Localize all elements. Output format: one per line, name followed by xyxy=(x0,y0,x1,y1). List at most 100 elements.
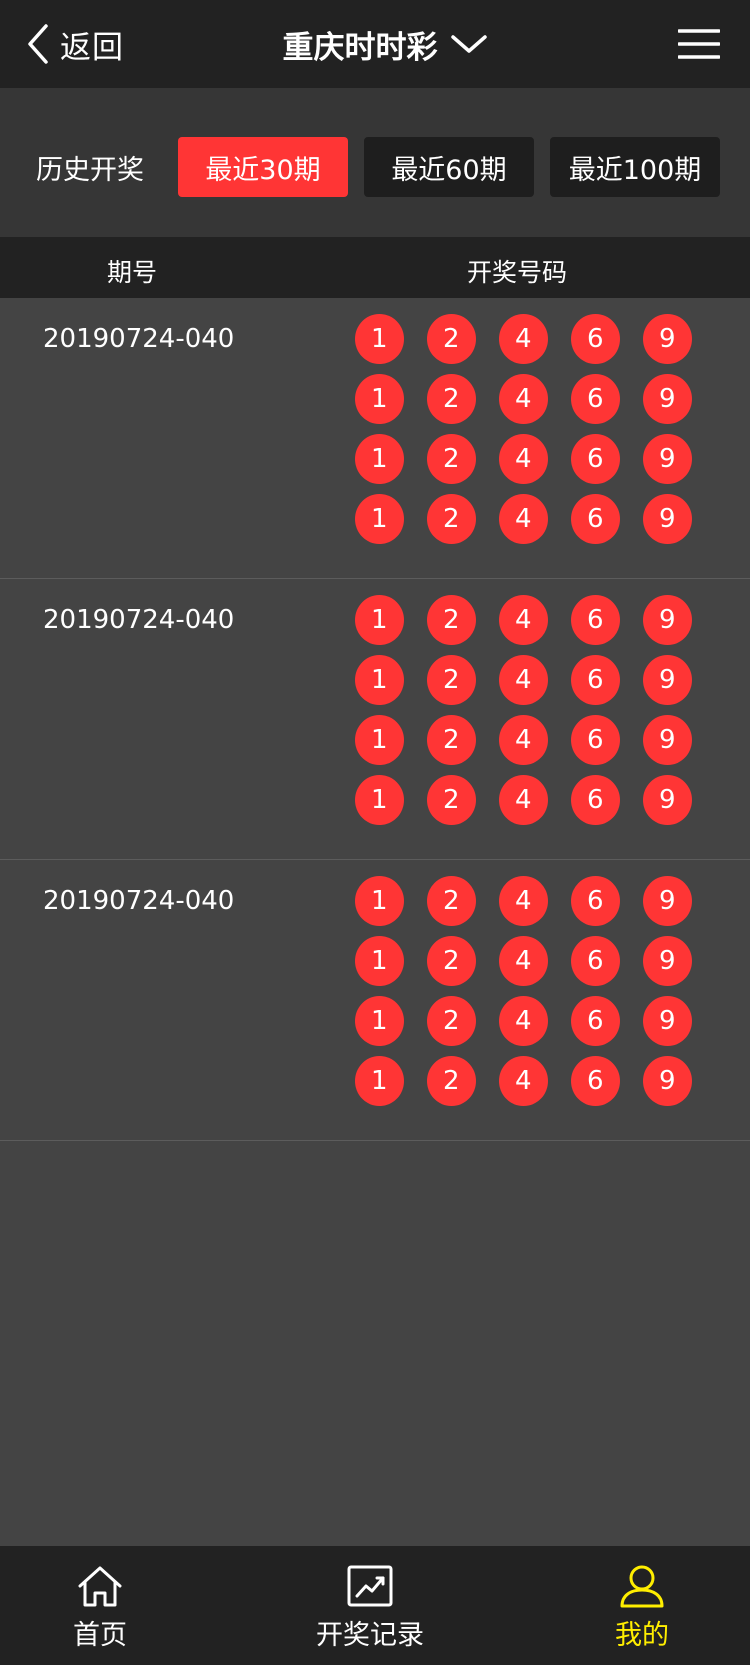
user-icon xyxy=(620,1565,664,1608)
number-ball: 4 xyxy=(499,374,548,424)
number-row: 12469 xyxy=(355,936,715,996)
number-row: 12469 xyxy=(355,1056,715,1116)
number-row: 12469 xyxy=(355,775,715,835)
number-ball: 9 xyxy=(643,494,692,544)
number-ball: 4 xyxy=(499,996,548,1046)
number-ball: 1 xyxy=(355,775,404,825)
period-number: 20190724-040 xyxy=(43,324,235,354)
number-ball: 1 xyxy=(355,314,404,364)
number-ball: 9 xyxy=(643,374,692,424)
number-ball: 2 xyxy=(427,314,476,364)
number-row: 12469 xyxy=(355,314,715,374)
period-number: 20190724-040 xyxy=(43,605,235,635)
history-filter-bar: 历史开奖 最近30期 最近60期 最近100期 xyxy=(0,88,750,237)
number-ball: 4 xyxy=(499,595,548,645)
number-ball: 9 xyxy=(643,996,692,1046)
number-ball: 6 xyxy=(571,1056,620,1106)
number-ball: 1 xyxy=(355,996,404,1046)
number-ball: 1 xyxy=(355,494,404,544)
number-row: 12469 xyxy=(355,996,715,1056)
number-ball: 2 xyxy=(427,996,476,1046)
number-ball: 2 xyxy=(427,876,476,926)
number-ball: 4 xyxy=(499,655,548,705)
number-row: 12469 xyxy=(355,715,715,775)
number-ball: 6 xyxy=(571,655,620,705)
chart-icon xyxy=(347,1565,393,1607)
number-ball: 4 xyxy=(499,494,548,544)
chevron-down-icon xyxy=(450,35,487,53)
tab-home[interactable]: 首页 xyxy=(52,1564,148,1652)
table-header: 期号 开奖号码 xyxy=(0,237,750,298)
number-ball: 2 xyxy=(427,434,476,484)
number-ball: 2 xyxy=(427,374,476,424)
number-ball: 4 xyxy=(499,434,548,484)
column-header-numbers: 开奖号码 xyxy=(467,258,568,287)
home-icon xyxy=(78,1566,122,1607)
column-header-period: 期号 xyxy=(107,258,158,287)
number-ball: 6 xyxy=(571,715,620,765)
number-ball: 9 xyxy=(643,876,692,926)
number-ball: 9 xyxy=(643,655,692,705)
number-ball: 1 xyxy=(355,595,404,645)
number-ball: 4 xyxy=(499,1056,548,1106)
tab-home-label: 首页 xyxy=(73,1620,127,1651)
record-row: 20190724-040 1 2 4 6 9 1 2 4 6 9 1 2 4 6 9 1 2 4 6 9 xyxy=(0,579,750,860)
number-ball: 2 xyxy=(427,775,476,825)
number-ball: 9 xyxy=(643,595,692,645)
number-ball: 6 xyxy=(571,996,620,1046)
number-ball: 6 xyxy=(571,936,620,986)
number-row: 12469 xyxy=(355,655,715,715)
winning-numbers: 12469124691246912469 xyxy=(355,595,715,835)
record-row: 20190724-040 1 2 4 6 9 1 2 4 6 9 1 2 4 6 9 1 2 4 6 9 xyxy=(0,298,750,579)
number-ball: 2 xyxy=(427,1056,476,1106)
number-ball: 6 xyxy=(571,374,620,424)
page-title: 重庆时时彩 xyxy=(282,29,438,66)
number-ball: 1 xyxy=(355,1056,404,1106)
number-row: 12469 xyxy=(355,374,715,434)
number-ball: 9 xyxy=(643,314,692,364)
number-row: 12469 xyxy=(355,434,715,494)
number-ball: 2 xyxy=(427,655,476,705)
lottery-selector[interactable]: 重庆时时彩 xyxy=(0,22,750,66)
history-label: 历史开奖 xyxy=(36,155,144,186)
number-ball: 6 xyxy=(571,775,620,825)
number-ball: 9 xyxy=(643,434,692,484)
filter-recent-60-button[interactable]: 最近60期 xyxy=(364,137,534,197)
number-ball: 6 xyxy=(571,314,620,364)
number-ball: 2 xyxy=(427,715,476,765)
draw-records-list: 20190724-040 1 2 4 6 9 1 2 4 6 9 1 2 4 6 9 1 2 4 6 9 20190724… xyxy=(0,298,750,1141)
number-ball: 6 xyxy=(571,494,620,544)
number-row: 12469 xyxy=(355,494,715,554)
number-ball: 6 xyxy=(571,595,620,645)
number-ball: 9 xyxy=(643,715,692,765)
tab-draw-records[interactable]: 开奖记录 xyxy=(298,1564,442,1652)
tab-mine-label: 我的 xyxy=(615,1620,669,1651)
record-row: 20190724-040 1 2 4 6 9 1 2 4 6 9 1 2 4 6 9 1 2 4 6 9 xyxy=(0,860,750,1141)
number-ball: 9 xyxy=(643,775,692,825)
number-ball: 1 xyxy=(355,655,404,705)
number-ball: 1 xyxy=(355,876,404,926)
number-ball: 4 xyxy=(499,314,548,364)
number-ball: 6 xyxy=(571,434,620,484)
bottom-tab-bar: 首页 开奖记录 我的 xyxy=(0,1546,750,1665)
number-ball: 2 xyxy=(427,494,476,544)
number-ball: 1 xyxy=(355,374,404,424)
winning-numbers: 12469124691246912469 xyxy=(355,876,715,1116)
filter-recent-100-button[interactable]: 最近100期 xyxy=(550,137,720,197)
number-ball: 9 xyxy=(643,936,692,986)
number-ball: 6 xyxy=(571,876,620,926)
period-number: 20190724-040 xyxy=(43,886,235,916)
winning-numbers: 12469124691246912469 xyxy=(355,314,715,554)
menu-icon[interactable] xyxy=(678,28,720,60)
number-ball: 9 xyxy=(643,1056,692,1106)
number-ball: 4 xyxy=(499,876,548,926)
tab-mine[interactable]: 我的 xyxy=(594,1564,690,1652)
number-ball: 2 xyxy=(427,595,476,645)
number-ball: 4 xyxy=(499,715,548,765)
number-ball: 4 xyxy=(499,936,548,986)
top-nav-bar: 返回 重庆时时彩 xyxy=(0,0,750,88)
number-ball: 2 xyxy=(427,936,476,986)
number-ball: 1 xyxy=(355,715,404,765)
tab-draw-records-label: 开奖记录 xyxy=(316,1620,424,1651)
filter-recent-30-button[interactable]: 最近30期 xyxy=(178,137,348,197)
